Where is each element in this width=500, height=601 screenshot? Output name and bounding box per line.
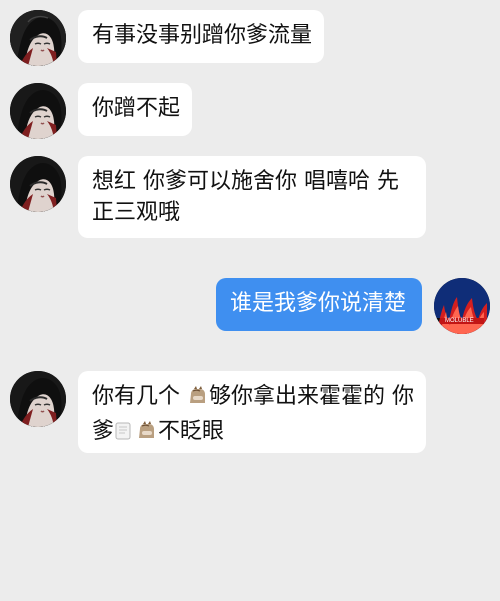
message-text-2: 你蹭不起 bbox=[92, 96, 181, 121]
message-bubble-4[interactable]: 谁是我爹你说清楚 bbox=[216, 278, 422, 331]
message-text-5-line2-suffix: 不眨眼 bbox=[158, 419, 225, 444]
message-row-2: 你蹭不起 bbox=[10, 83, 192, 139]
message-row-1: 有事没事别蹭你爹流量 bbox=[10, 10, 324, 66]
message-text-5-line-1: 你有几个 够你拿出来霍霍的 你 bbox=[92, 381, 414, 416]
horse-icon bbox=[136, 420, 158, 451]
flame-avatar-icon: MOLUBLE bbox=[434, 278, 490, 334]
svg-text:MOLUBLE: MOLUBLE bbox=[445, 318, 474, 324]
paper-icon bbox=[114, 420, 136, 451]
anime-woman-avatar-icon bbox=[10, 83, 66, 139]
user-avatar-left[interactable] bbox=[10, 371, 66, 427]
message-text-5-line-2: 爹 不眨眼 bbox=[92, 416, 410, 451]
message-bubble-1[interactable]: 有事没事别蹭你爹流量 bbox=[78, 10, 324, 63]
message-text-4: 谁是我爹你说清楚 bbox=[230, 291, 407, 316]
message-bubble-3[interactable]: 想红 你爹可以施舍你 唱嘻哈 先 正三观哦 bbox=[78, 156, 426, 238]
message-bubble-2[interactable]: 你蹭不起 bbox=[78, 83, 192, 136]
chat-thread: 有事没事别蹭你爹流量 你蹭不起 想红 你爹可以施舍你 唱嘻哈 先 正三观哦 MO… bbox=[0, 0, 500, 601]
anime-woman-avatar-icon bbox=[10, 10, 66, 66]
message-text-3-line-1: 想红 你爹可以施舍你 唱嘻哈 先 bbox=[92, 169, 399, 194]
user-avatar-left[interactable] bbox=[10, 83, 66, 139]
message-text-5-prefix: 你有几个 bbox=[92, 384, 187, 409]
message-row-4: MOLUBLE 谁是我爹你说清楚 bbox=[216, 278, 490, 334]
message-text-1: 有事没事别蹭你爹流量 bbox=[92, 23, 313, 48]
message-text-5-line2-prefix: 爹 bbox=[92, 419, 115, 444]
message-text-5-suffix: 够你拿出来霍霍的 你 bbox=[209, 384, 414, 409]
user-avatar-left[interactable] bbox=[10, 10, 66, 66]
message-text-3-line-2: 正三观哦 bbox=[92, 200, 181, 225]
user-avatar-left[interactable] bbox=[10, 156, 66, 212]
anime-woman-avatar-icon bbox=[10, 156, 66, 212]
horse-icon bbox=[187, 385, 209, 416]
message-row-5: 你有几个 够你拿出来霍霍的 你 爹 不眨眼 bbox=[10, 371, 426, 453]
user-avatar-right[interactable]: MOLUBLE bbox=[434, 278, 490, 334]
message-bubble-5[interactable]: 你有几个 够你拿出来霍霍的 你 爹 不眨眼 bbox=[78, 371, 426, 453]
anime-woman-avatar-icon bbox=[10, 371, 66, 427]
message-row-3: 想红 你爹可以施舍你 唱嘻哈 先 正三观哦 bbox=[10, 156, 426, 238]
